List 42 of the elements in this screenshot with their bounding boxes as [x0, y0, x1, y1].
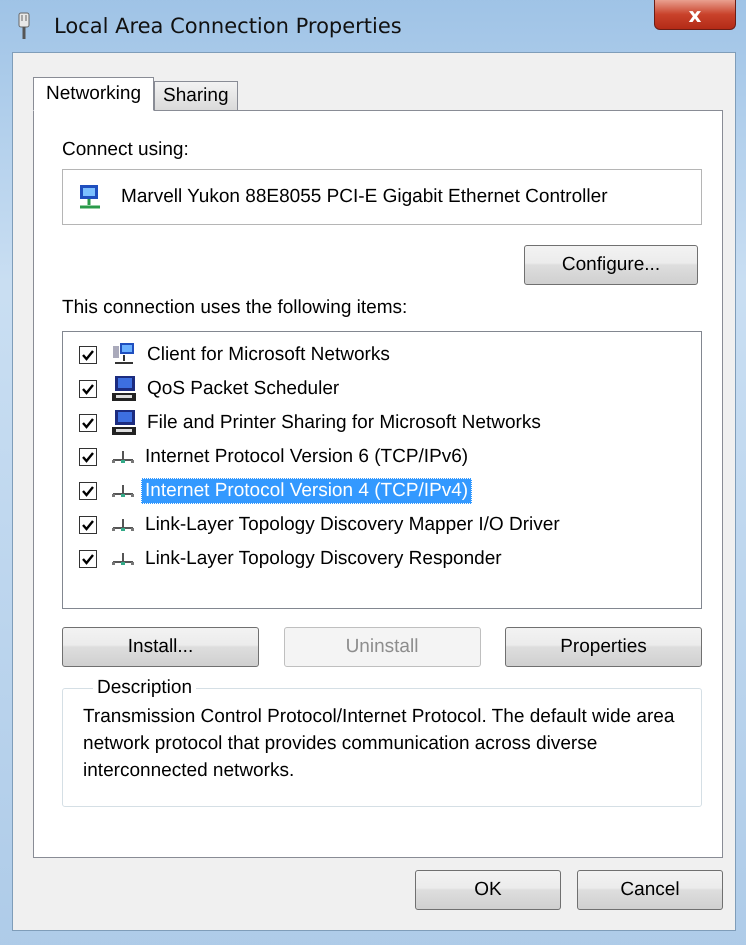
- network-cable-icon: [16, 11, 32, 41]
- check-icon: [82, 349, 94, 361]
- dialog-button[interactable]: OK: [415, 870, 561, 910]
- action-button[interactable]: Properties: [505, 627, 702, 667]
- check-icon: [82, 519, 94, 531]
- computer-icon: [111, 375, 137, 403]
- checkbox[interactable]: [79, 550, 97, 568]
- items-label: This connection uses the following items:: [62, 297, 408, 319]
- check-icon: [82, 417, 94, 429]
- tab[interactable]: Sharing: [154, 81, 238, 111]
- list-item[interactable]: QoS Packet Scheduler: [143, 376, 344, 402]
- action-button[interactable]: Install...: [62, 627, 259, 667]
- list-item[interactable]: Link-Layer Topology Discovery Responder: [141, 546, 506, 572]
- connect-using-label: Connect using:: [62, 139, 190, 161]
- network-protocol-icon: [111, 484, 135, 498]
- close-button[interactable]: x: [654, 0, 736, 30]
- check-icon: [82, 451, 94, 463]
- dialog-button[interactable]: Cancel: [577, 870, 723, 910]
- check-icon: [82, 553, 94, 565]
- window-title: Local Area Connection Properties: [54, 14, 403, 38]
- description-title: Description: [96, 677, 194, 699]
- checkbox[interactable]: [79, 414, 97, 432]
- network-protocol-icon: [111, 518, 135, 532]
- checkbox[interactable]: [79, 516, 97, 534]
- check-icon: [82, 383, 94, 395]
- tab[interactable]: Networking: [33, 77, 154, 111]
- network-protocol-icon: [111, 552, 135, 566]
- checkbox[interactable]: [79, 482, 97, 500]
- check-icon: [82, 485, 94, 497]
- checkbox[interactable]: [79, 380, 97, 398]
- list-item[interactable]: Internet Protocol Version 6 (TCP/IPv6): [141, 444, 472, 470]
- configure-button[interactable]: Configure...: [524, 245, 698, 285]
- adapter-name: Marvell Yukon 88E8055 PCI-E Gigabit Ethernet Controller: [121, 186, 608, 208]
- description-text: Transmission Control Protocol/Internet Protocol. The default wide area network protocol that provides communication across diverse interconnected networks.: [83, 705, 676, 783]
- checkbox[interactable]: [79, 448, 97, 466]
- network-protocol-icon: [111, 450, 135, 464]
- list-item[interactable]: Link-Layer Topology Discovery Mapper I/O Driver: [141, 512, 564, 538]
- checkbox[interactable]: [79, 346, 97, 364]
- network-adapter-icon: [77, 183, 103, 211]
- list-item[interactable]: File and Printer Sharing for Microsoft Networks: [143, 410, 545, 436]
- computer-icon: [111, 409, 137, 437]
- list-item[interactable]: Client for Microsoft Networks: [143, 342, 394, 368]
